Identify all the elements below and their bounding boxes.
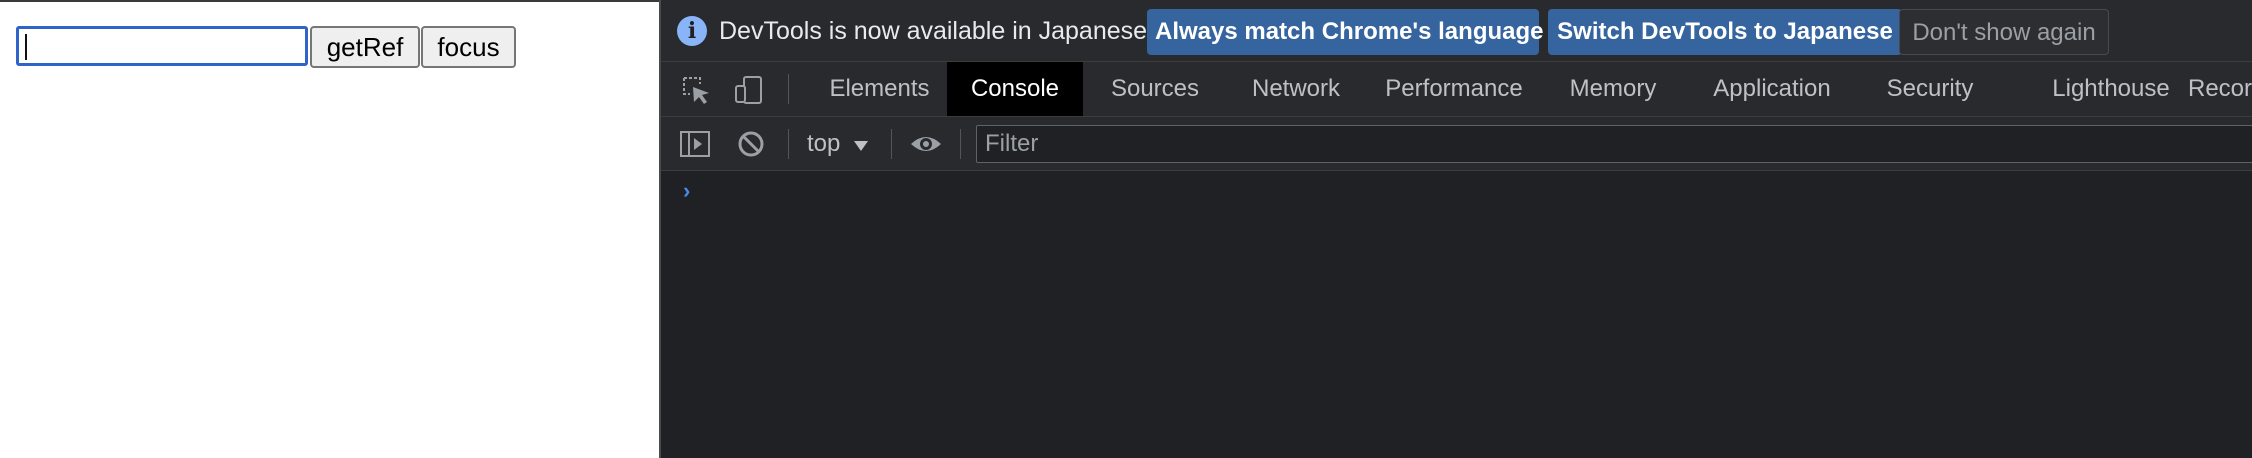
console-toolbar: top Filter	[661, 117, 2252, 171]
chevron-down-icon	[854, 141, 868, 151]
tab-elements[interactable]: Elements	[802, 62, 957, 116]
text-cursor	[25, 34, 27, 60]
switch-to-japanese-button[interactable]: Switch DevTools to Japanese	[1548, 9, 1902, 55]
tab-application[interactable]: Application	[1683, 62, 1861, 116]
devtools-panel: i DevTools is now available in Japanese!…	[659, 0, 2252, 458]
console-prompt[interactable]: ›	[683, 178, 690, 204]
dont-show-again-button[interactable]: Don't show again	[1899, 9, 2109, 55]
tab-network[interactable]: Network	[1227, 62, 1365, 116]
toolbar-divider	[960, 129, 961, 159]
toolbar-divider	[788, 129, 789, 159]
sidebar-toggle-icon[interactable]	[679, 130, 711, 158]
eye-icon[interactable]	[909, 130, 943, 158]
filter-input[interactable]: Filter	[976, 125, 2252, 163]
toolbar-divider	[891, 129, 892, 159]
tab-performance[interactable]: Performance	[1365, 62, 1543, 116]
execution-context-selector[interactable]: top	[807, 130, 840, 158]
tab-recorder[interactable]: Recor	[2188, 62, 2252, 116]
tab-security[interactable]: Security	[1861, 62, 1999, 116]
inspect-element-icon[interactable]	[681, 75, 713, 105]
tab-divider	[788, 74, 789, 104]
page-content: getRef focus	[0, 0, 659, 458]
tab-lighthouse[interactable]: Lighthouse	[2016, 62, 2206, 116]
device-toolbar-icon[interactable]	[733, 75, 765, 105]
always-match-language-button[interactable]: Always match Chrome's language	[1147, 9, 1544, 55]
infobar-message: DevTools is now available in Japanese!	[719, 17, 1154, 45]
devtools-tab-bar: Elements Console Sources Network Perform…	[661, 62, 2252, 117]
tab-console[interactable]: Console	[947, 62, 1083, 116]
tab-sources[interactable]: Sources	[1083, 62, 1227, 116]
tab-memory[interactable]: Memory	[1543, 62, 1683, 116]
language-infobar: i DevTools is now available in Japanese!…	[661, 0, 2252, 62]
clear-console-icon[interactable]	[737, 130, 765, 158]
info-icon: i	[677, 16, 707, 46]
text-input[interactable]	[16, 26, 308, 66]
getref-button[interactable]: getRef	[310, 26, 420, 68]
focus-button[interactable]: focus	[421, 26, 516, 68]
